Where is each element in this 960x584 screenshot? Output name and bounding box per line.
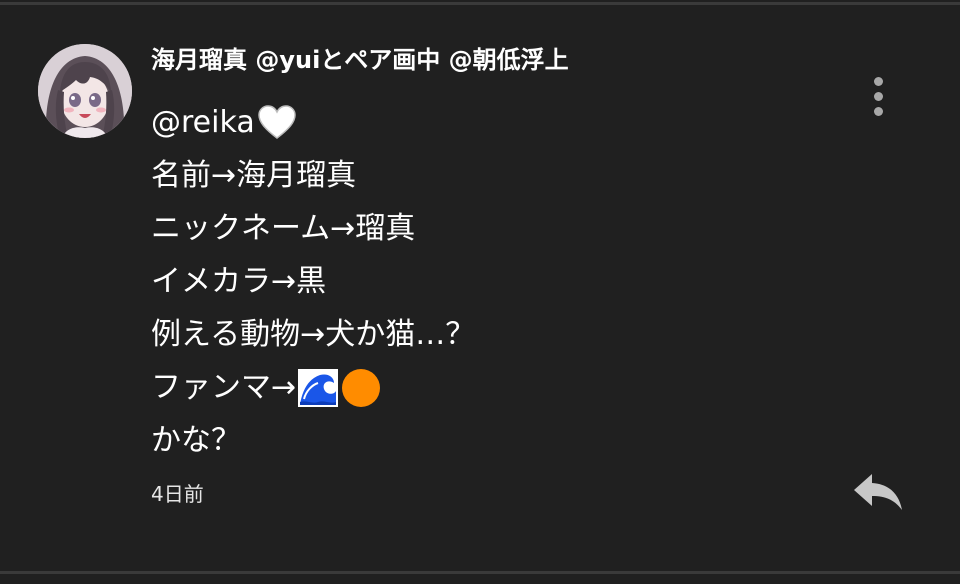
comment-line: ファンマ→ [151,361,475,414]
more-vertical-icon [873,76,883,86]
mention-reika[interactable]: @reika [151,96,255,149]
more-vertical-icon-dot [873,106,883,116]
comment-line: 例える動物→犬か猫…？ [151,317,476,352]
bottom-divider [0,571,960,574]
reply-icon [854,474,902,510]
comment-line: 名前→海月瑠真 [151,158,357,193]
reply-button[interactable] [852,470,904,514]
comment-timestamp: 4日前 [151,482,204,506]
avatar[interactable] [38,44,132,138]
avatar-illustration [38,44,132,138]
comment-line: ニックネーム→瑠真 [151,211,416,246]
comment-line: イメカラ→黒 [151,264,327,299]
more-options-button[interactable] [860,70,896,122]
orange-circle-icon [342,368,381,407]
comment-item: 海月瑠真 @yuiとペア画中 @朝低浮上 @reika 名前→海月瑠真 ニックネ… [0,0,960,584]
fan-mark-label: ファンマ→ [151,370,297,405]
comment-author[interactable]: 海月瑠真 @yuiとペア画中 @朝低浮上 [151,44,569,76]
comment-line: かな？ [151,423,241,458]
water-wave-icon [298,368,339,407]
more-vertical-icon-dot [873,91,883,101]
white-heart-icon [257,104,296,139]
comment-line: @reika [151,96,475,149]
comment-body: @reika 名前→海月瑠真 ニックネーム→瑠真 イメカラ→黒 例える動物→犬か… [151,96,475,467]
